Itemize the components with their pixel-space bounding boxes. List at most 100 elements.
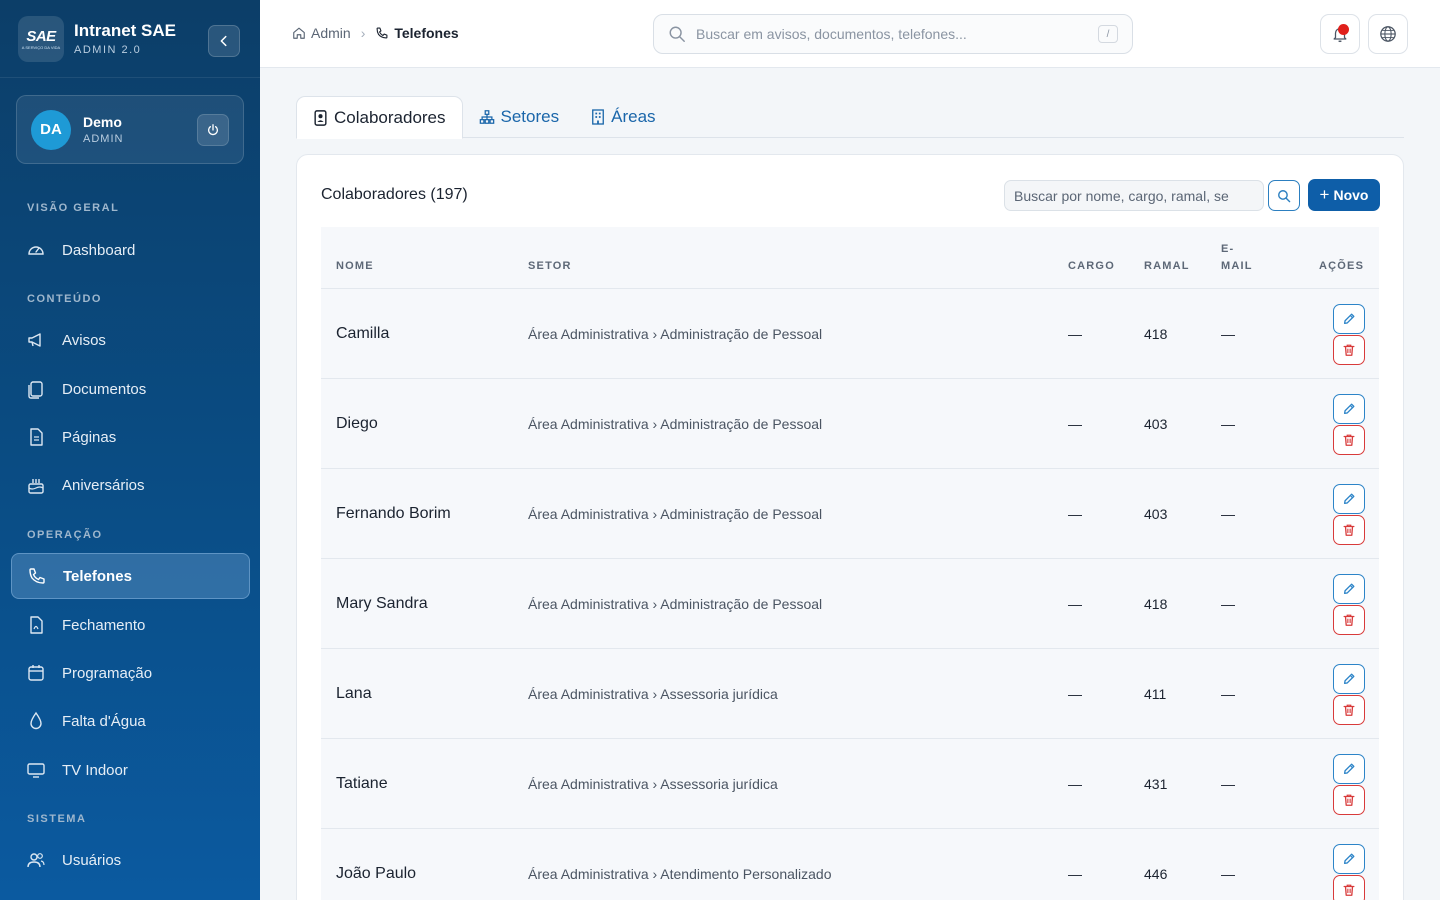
sidebar-item-paginas[interactable]: Páginas — [11, 414, 250, 460]
cell-nome: João Paulo — [336, 865, 417, 882]
sidebar-item-documentos[interactable]: Documentos — [11, 366, 250, 412]
trash-icon — [1343, 794, 1355, 806]
header-cargo[interactable]: CARGO — [1068, 260, 1115, 272]
sidebar-item-avisos[interactable]: Avisos — [11, 317, 250, 363]
sidebar-item-label: Fechamento — [62, 616, 146, 634]
header-email-line1[interactable]: E- — [1221, 243, 1234, 255]
sidebar-item-falta-dagua[interactable]: Falta d'Água — [11, 698, 250, 744]
gauge-icon — [28, 246, 44, 255]
logout-button[interactable] — [197, 113, 229, 146]
sidebar-item-fechamento[interactable]: Fechamento — [11, 602, 250, 648]
pencil-icon — [1343, 853, 1355, 865]
breadcrumb: Admin › Telefones — [292, 25, 459, 41]
pencil-icon — [1343, 583, 1355, 595]
delete-button[interactable] — [1333, 425, 1365, 455]
search-icon — [1278, 189, 1291, 202]
table-row: Mary Sandra Área Administrativa › Admini… — [321, 559, 1379, 649]
avatar: DA — [31, 109, 71, 150]
delete-button[interactable] — [1333, 785, 1365, 815]
sidebar-item-aniversarios[interactable]: Aniversários — [11, 462, 250, 508]
notifications-button[interactable] — [1320, 14, 1360, 54]
tab-setores[interactable]: Setores — [463, 96, 576, 138]
monitor-icon — [27, 763, 45, 778]
delete-button[interactable] — [1333, 875, 1365, 900]
delete-button[interactable] — [1333, 605, 1365, 635]
table-row: Tatiane Área Administrativa › Assessoria… — [321, 739, 1379, 829]
cell-nome: Diego — [336, 415, 378, 432]
page-icon — [30, 428, 43, 446]
sae-logo: SAE A SERVIÇO DA VIDA — [18, 15, 64, 62]
edit-button[interactable] — [1333, 844, 1365, 874]
collapse-sidebar-button[interactable] — [208, 25, 240, 57]
sidebar-item-label: Páginas — [62, 428, 117, 446]
edit-button[interactable] — [1333, 574, 1365, 604]
cell-ramal: 403 — [1144, 506, 1168, 522]
megaphone-icon — [28, 333, 41, 347]
sidebar-item-label: Usuários — [62, 851, 122, 869]
cell-ramal: 418 — [1144, 326, 1168, 342]
tab-areas[interactable]: Áreas — [575, 96, 671, 138]
delete-button[interactable] — [1333, 695, 1365, 725]
language-button[interactable] — [1368, 14, 1408, 54]
documents-icon — [28, 381, 43, 399]
droplet-icon — [30, 711, 42, 730]
sidebar: SAE A SERVIÇO DA VIDA Intranet SAE ADMIN… — [0, 0, 260, 900]
header-setor[interactable]: SETOR — [528, 260, 572, 272]
table-body: Camilla Área Administrativa › Administra… — [321, 289, 1379, 900]
cell-email: — — [1221, 416, 1235, 432]
global-search-input[interactable]: Buscar em avisos, documentos, telefones.… — [653, 14, 1133, 54]
cell-nome: Fernando Borim — [336, 505, 451, 522]
table-row: Diego Área Administrativa › Administraçã… — [321, 379, 1379, 469]
breadcrumb-admin[interactable]: Admin — [311, 25, 351, 41]
sidebar-item-tv-indoor[interactable]: TV Indoor — [11, 747, 250, 793]
tab-label: Setores — [500, 107, 560, 126]
sidebar-item-dashboard[interactable]: Dashboard — [11, 227, 250, 273]
table-row: Fernando Borim Área Administrativa › Adm… — [321, 469, 1379, 559]
breadcrumb-current: Telefones — [394, 25, 459, 41]
trash-icon — [1343, 884, 1355, 896]
app-title: Intranet SAE — [74, 21, 177, 40]
cell-ramal: 446 — [1144, 866, 1168, 882]
pencil-icon — [1343, 673, 1355, 685]
delete-button[interactable] — [1333, 515, 1365, 545]
colaboradores-table: NOME SETOR CARGO RAMAL E- MAIL AÇÕES Cam… — [321, 227, 1379, 900]
sidebar-item-label: Avisos — [62, 331, 106, 349]
cell-ramal: 418 — [1144, 596, 1168, 612]
home-icon — [293, 27, 305, 39]
edit-button[interactable] — [1333, 304, 1365, 334]
edit-button[interactable] — [1333, 394, 1365, 424]
cell-email: — — [1221, 326, 1235, 342]
cell-nome: Lana — [336, 685, 372, 702]
tab-label: Colaboradores — [334, 107, 446, 127]
delete-button[interactable] — [1333, 335, 1365, 365]
table-row: Lana Área Administrativa › Assessoria ju… — [321, 649, 1379, 739]
cell-cargo: — — [1068, 866, 1082, 882]
sidebar-item-label: Programação — [62, 664, 153, 682]
header-ramal[interactable]: RAMAL — [1144, 260, 1190, 272]
sidebar-item-telefones[interactable]: Telefones — [11, 553, 250, 599]
phone-icon — [376, 27, 388, 39]
edit-button[interactable] — [1333, 484, 1365, 514]
app-subtitle: ADMIN 2.0 — [74, 44, 142, 56]
edit-button[interactable] — [1333, 664, 1365, 694]
cell-nome: Mary Sandra — [336, 595, 428, 612]
cell-cargo: — — [1068, 686, 1082, 702]
user-name: Demo — [83, 114, 122, 130]
nav-section-operacao: OPERAÇÃO — [27, 529, 103, 541]
pencil-icon — [1343, 493, 1355, 505]
user-card: DA Demo ADMIN — [16, 95, 244, 164]
edit-button[interactable] — [1333, 754, 1365, 784]
header-email-line2[interactable]: MAIL — [1221, 260, 1253, 272]
new-colaborador-button[interactable]: + Novo — [1308, 179, 1380, 211]
sidebar-item-usuarios[interactable]: Usuários — [11, 837, 250, 883]
panel-search-input[interactable]: Buscar por nome, cargo, ramal, se — [1004, 180, 1264, 211]
tab-colaboradores[interactable]: Colaboradores — [296, 96, 463, 139]
sidebar-item-label: Dashboard — [62, 241, 136, 259]
header-nome[interactable]: NOME — [336, 260, 374, 272]
pencil-icon — [1343, 313, 1355, 325]
panel-search-button[interactable] — [1268, 180, 1300, 211]
cell-email: — — [1221, 686, 1235, 702]
cell-setor: Área Administrativa › Atendimento Person… — [528, 866, 832, 882]
sidebar-item-programacao[interactable]: Programação — [11, 650, 250, 696]
search-shortcut: / — [1098, 25, 1118, 43]
